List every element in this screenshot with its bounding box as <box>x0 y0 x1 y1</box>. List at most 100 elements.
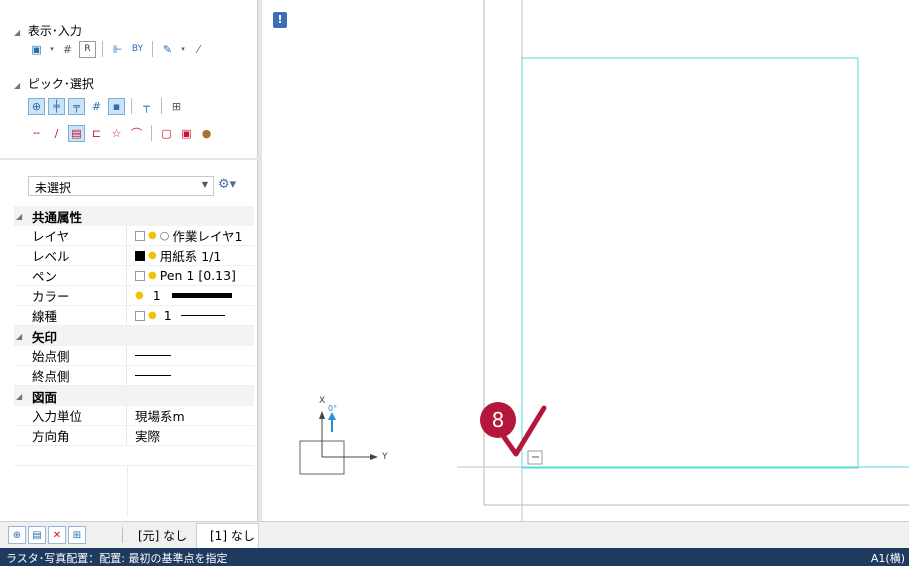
bulb-icon: ● <box>135 290 144 301</box>
snap-cross-icon[interactable]: ╪ <box>48 97 65 115</box>
snap-point-icon[interactable]: ⊕ <box>28 97 45 115</box>
select-slash-icon[interactable]: ∕ <box>48 125 65 142</box>
chevron-down-icon: ▼ <box>201 180 208 189</box>
snap-end-icon[interactable]: ┬ <box>138 98 155 115</box>
pick-toolbar: ⊕ ╪ ╤ # ▪ ┬ ⊞ <box>28 97 185 115</box>
input-unit-value: 現場系m <box>135 409 185 424</box>
divider <box>122 527 123 543</box>
display-section-header[interactable]: ◢ 表示･入力 <box>14 22 82 39</box>
select-inside-icon[interactable]: ▣ <box>178 125 195 142</box>
common-attributes-header[interactable]: ◢ 共通属性 <box>14 206 254 226</box>
color-row[interactable]: カラー ● 1 <box>14 286 254 306</box>
arrow-header[interactable]: ◢ 矢印 <box>14 326 254 346</box>
linetype-label: 線種 <box>14 306 127 325</box>
bottom-tab-bar: ⊕ ▤ ✕ ⊞ [元] なし [1] なし <box>0 521 909 549</box>
north-arrow-head <box>328 412 336 420</box>
angle-label: 0° <box>328 404 338 413</box>
collapse-icon: ◢ <box>16 211 23 221</box>
color-swatch <box>171 293 232 298</box>
divider <box>161 98 162 114</box>
snap-line-icon[interactable]: ╤ <box>68 97 85 115</box>
snap-grid-icon[interactable]: # <box>88 98 105 115</box>
end-arrow-sample <box>135 375 171 376</box>
level-label: レベル <box>14 246 127 265</box>
bag-icon[interactable]: ● <box>198 125 215 142</box>
divider <box>131 98 132 114</box>
checkbox-icon[interactable] <box>135 270 145 281</box>
step-badge: 8 <box>480 402 516 438</box>
add-page-icon[interactable]: ⊕ <box>8 526 26 544</box>
layer-row[interactable]: レイヤ ● ○ 作業レイヤ1 <box>14 226 254 246</box>
selection-dropdown[interactable]: 未選択 ▼ <box>28 176 214 196</box>
search-icon: ○ <box>159 229 170 242</box>
bulb-icon: ● <box>148 270 157 281</box>
checkbox-icon[interactable] <box>135 230 145 241</box>
snap-raster-icon[interactable]: ⊞ <box>168 98 185 115</box>
page-list-icon[interactable]: ⊞ <box>68 526 86 544</box>
xy-icon[interactable]: BY <box>129 41 146 58</box>
dropdown-arrow-icon[interactable]: ▾ <box>48 41 56 58</box>
info-marker: ! <box>273 12 287 28</box>
property-grid-empty <box>14 465 254 517</box>
bulb-icon: ● <box>148 230 157 241</box>
settings-gear-icon[interactable]: ⚙▾ <box>218 177 236 192</box>
pen-icon[interactable]: ✎ <box>159 41 176 58</box>
collapse-icon: ◢ <box>16 391 23 401</box>
select-poly-icon[interactable]: ⊏ <box>88 125 105 142</box>
tab-original[interactable]: [元] なし <box>138 527 187 544</box>
raster-icon[interactable]: R <box>79 40 96 58</box>
align-icon[interactable]: ⊩ <box>109 41 126 58</box>
divider <box>152 41 153 57</box>
y-axis-label: Y <box>382 452 388 462</box>
filled-square-icon <box>135 250 145 261</box>
level-value: 用紙系 1/1 <box>159 249 222 264</box>
x-axis-arrowhead <box>319 411 325 419</box>
pen-label: ペン <box>14 266 127 285</box>
pen-row[interactable]: ペン ● Pen 1 [0.13] <box>14 266 254 286</box>
drawing-canvas[interactable]: X Y 0° <box>262 0 909 521</box>
eyedropper-icon[interactable]: ⁄ <box>190 41 207 58</box>
end-side-row[interactable]: 終点側 <box>14 366 254 386</box>
drawing-header[interactable]: ◢ 図面 <box>14 386 254 406</box>
divider <box>151 125 152 141</box>
snap-node-icon[interactable]: ▪ <box>108 97 125 115</box>
select-line-icon[interactable]: ╌ <box>28 125 45 142</box>
input-unit-row[interactable]: 入力単位 現場系m <box>14 406 254 426</box>
display-toolbar: ▣ ▾ # R ⊩ BY ✎ ▾ ⁄ <box>28 40 207 58</box>
layer-label: レイヤ <box>14 226 127 245</box>
y-axis-arrowhead <box>370 454 378 460</box>
collapse-icon: ◢ <box>14 81 21 90</box>
pick-section-header[interactable]: ◢ ピック･選択 <box>14 75 94 92</box>
delete-page-icon[interactable]: ✕ <box>48 526 66 544</box>
status-bar: ラスタ･写真配置：配置: 最初の基準点を指定 A1(横) <box>0 548 909 566</box>
select-all-icon[interactable]: ▢ <box>158 125 175 142</box>
start-arrow-sample <box>135 355 171 356</box>
paper-size-indicator: A1(横) <box>870 552 905 565</box>
level-row[interactable]: レベル ● 用紙系 1/1 <box>14 246 254 266</box>
tab-sheet-1[interactable]: [1] なし <box>210 527 255 544</box>
property-grid: ◢ 共通属性 レイヤ ● ○ 作業レイヤ1 レベル ● 用紙系 1/1 ペン ●… <box>14 206 254 446</box>
arrow-header-label: 矢印 <box>32 329 58 345</box>
x-axis-label: X <box>319 396 326 406</box>
raster-frame <box>521 57 859 469</box>
select-curve-icon[interactable]: ⌒ <box>128 125 145 142</box>
linetype-row[interactable]: 線種 ● 1 <box>14 306 254 326</box>
page-settings-icon[interactable]: ▤ <box>28 526 46 544</box>
start-side-row[interactable]: 始点側 <box>14 346 254 366</box>
select-toolbar: ╌ ∕ ▤ ⊏ ☆ ⌒ ▢ ▣ ● <box>28 124 215 142</box>
direction-value: 実際 <box>135 429 161 444</box>
select-star-icon[interactable]: ☆ <box>108 125 125 142</box>
divider <box>102 41 103 57</box>
window-icon[interactable]: ▣ <box>28 41 45 58</box>
collapse-icon: ◢ <box>16 331 23 341</box>
dropdown-arrow-icon[interactable]: ▾ <box>179 41 187 58</box>
select-box-icon[interactable]: ▤ <box>68 124 85 142</box>
layer-value: 作業レイヤ1 <box>172 229 243 244</box>
checkbox-icon[interactable] <box>135 310 145 321</box>
drawing-svg <box>299 0 909 521</box>
start-side-label: 始点側 <box>14 346 127 365</box>
direction-row[interactable]: 方向角 実際 <box>14 426 254 446</box>
grid-icon[interactable]: # <box>59 41 76 58</box>
input-unit-label: 入力単位 <box>14 406 127 425</box>
linetype-sample <box>180 315 225 316</box>
